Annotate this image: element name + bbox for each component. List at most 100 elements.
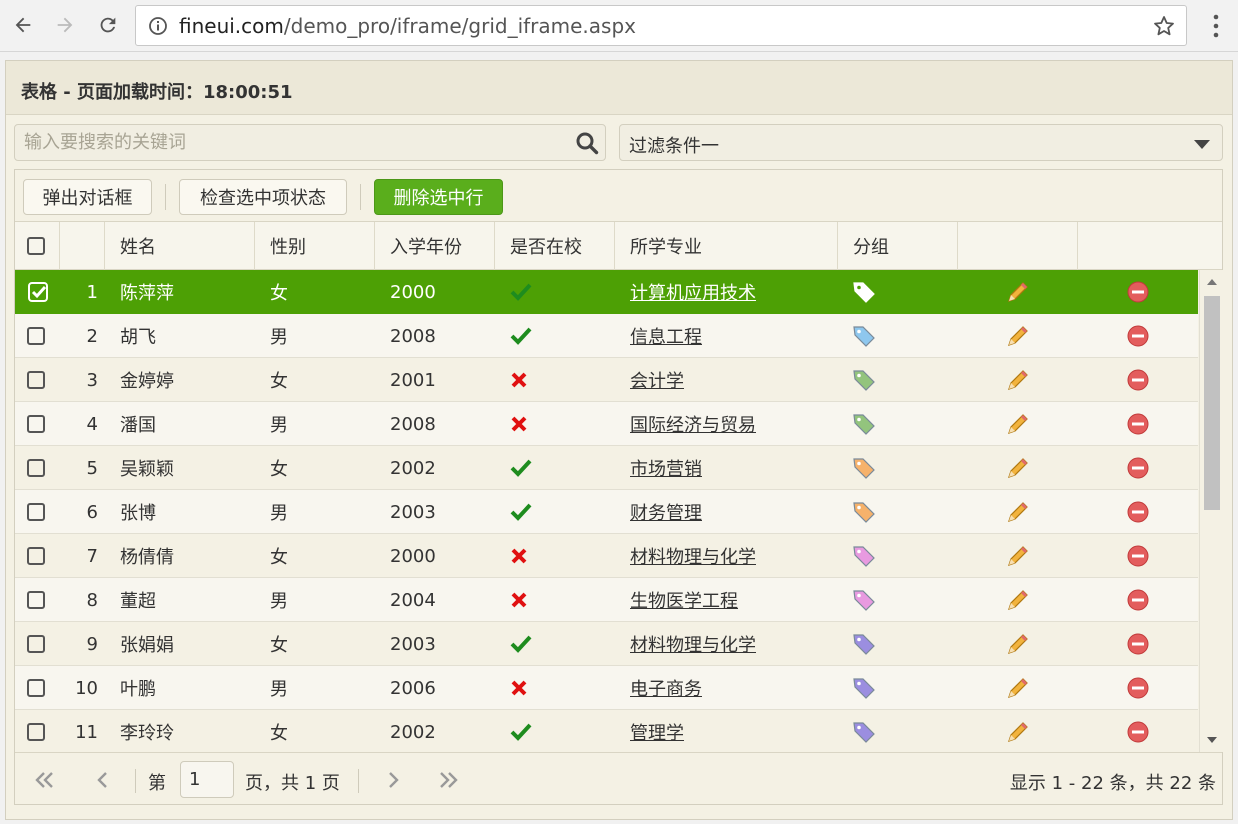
- edit-button[interactable]: [1005, 534, 1035, 578]
- delete-button[interactable]: [1126, 358, 1156, 402]
- major-link[interactable]: 信息工程: [630, 314, 830, 358]
- address-bar[interactable]: fineui.com/demo_pro/iframe/grid_iframe.a…: [135, 5, 1187, 46]
- row-checkbox-cell[interactable]: [27, 490, 57, 534]
- header-enrolled[interactable]: 是否在校: [495, 222, 615, 270]
- delete-button[interactable]: [1126, 710, 1156, 752]
- header-major[interactable]: 所学专业: [615, 222, 838, 270]
- pencil-icon[interactable]: [1005, 367, 1031, 393]
- row-checkbox-cell[interactable]: [27, 270, 57, 314]
- row-checkbox[interactable]: [27, 679, 45, 697]
- scroll-down-icon[interactable]: [1207, 737, 1217, 743]
- major-link[interactable]: 管理学: [630, 710, 830, 752]
- edit-button[interactable]: [1005, 666, 1035, 710]
- delete-circle-icon[interactable]: [1126, 632, 1150, 656]
- more-menu-icon[interactable]: [1206, 12, 1226, 40]
- search-input[interactable]: [15, 125, 563, 160]
- pencil-icon[interactable]: [1005, 323, 1031, 349]
- table-row[interactable]: 3 金婷婷 女 2001 会计学: [15, 358, 1198, 402]
- pencil-icon[interactable]: [1005, 587, 1031, 613]
- major-link[interactable]: 国际经济与贸易: [630, 402, 830, 446]
- first-page-button[interactable]: [33, 769, 57, 791]
- last-page-button[interactable]: [436, 769, 460, 791]
- row-checkbox-cell[interactable]: [27, 622, 57, 666]
- row-checkbox[interactable]: [27, 635, 45, 653]
- delete-circle-icon[interactable]: [1126, 368, 1150, 392]
- pencil-icon[interactable]: [1005, 455, 1031, 481]
- next-page-button[interactable]: [381, 769, 405, 791]
- row-checkbox-cell[interactable]: [27, 402, 57, 446]
- edit-button[interactable]: [1005, 578, 1035, 622]
- row-checkbox[interactable]: [27, 547, 45, 565]
- edit-button[interactable]: [1005, 402, 1035, 446]
- table-row[interactable]: 7 杨倩倩 女 2000 材料物理与化学: [15, 534, 1198, 578]
- edit-button[interactable]: [1005, 490, 1035, 534]
- row-checkbox[interactable]: [27, 415, 45, 433]
- delete-button[interactable]: [1126, 402, 1156, 446]
- bookmark-star-icon[interactable]: [1152, 14, 1176, 38]
- delete-circle-icon[interactable]: [1126, 676, 1150, 700]
- delete-circle-icon[interactable]: [1126, 456, 1150, 480]
- pencil-icon[interactable]: [1005, 279, 1031, 305]
- table-row[interactable]: 10 叶鹏 男 2006 电子商务: [15, 666, 1198, 710]
- check-selected-button[interactable]: 检查选中项状态: [179, 179, 347, 215]
- select-all-checkbox[interactable]: [27, 237, 45, 255]
- url-text[interactable]: fineui.com/demo_pro/iframe/grid_iframe.a…: [179, 14, 636, 38]
- info-icon[interactable]: [148, 16, 168, 36]
- delete-circle-icon[interactable]: [1126, 720, 1150, 744]
- popup-dialog-button[interactable]: 弹出对话框: [23, 179, 152, 215]
- pencil-icon[interactable]: [1005, 631, 1031, 657]
- header-gender[interactable]: 性别: [255, 222, 375, 270]
- row-checkbox[interactable]: [27, 371, 45, 389]
- delete-circle-icon[interactable]: [1126, 280, 1150, 304]
- row-checkbox-cell[interactable]: [27, 534, 57, 578]
- delete-circle-icon[interactable]: [1126, 500, 1150, 524]
- major-link[interactable]: 材料物理与化学: [630, 534, 830, 578]
- major-link[interactable]: 材料物理与化学: [630, 622, 830, 666]
- table-row[interactable]: 1 陈萍萍 女 2000 计算机应用技术: [15, 270, 1198, 314]
- back-button[interactable]: [8, 10, 38, 40]
- row-checkbox-cell[interactable]: [27, 578, 57, 622]
- delete-selected-button[interactable]: 删除选中行: [374, 179, 503, 215]
- delete-button[interactable]: [1126, 314, 1156, 358]
- delete-button[interactable]: [1126, 446, 1156, 490]
- filter-dropdown[interactable]: 过滤条件一: [619, 124, 1223, 161]
- search-box[interactable]: [14, 124, 606, 161]
- page-number-input[interactable]: [180, 761, 234, 798]
- row-checkbox-cell[interactable]: [27, 666, 57, 710]
- edit-button[interactable]: [1005, 270, 1035, 314]
- table-row[interactable]: 8 董超 男 2004 生物医学工程: [15, 578, 1198, 622]
- row-checkbox[interactable]: [27, 327, 45, 345]
- row-checkbox-cell[interactable]: [27, 710, 57, 752]
- delete-circle-icon[interactable]: [1126, 324, 1150, 348]
- reload-button[interactable]: [93, 10, 123, 40]
- table-row[interactable]: 2 胡飞 男 2008 信息工程: [15, 314, 1198, 358]
- delete-circle-icon[interactable]: [1126, 412, 1150, 436]
- pencil-icon[interactable]: [1005, 719, 1031, 745]
- prev-page-button[interactable]: [91, 769, 115, 791]
- scroll-thumb[interactable]: [1204, 296, 1220, 510]
- delete-button[interactable]: [1126, 622, 1156, 666]
- header-name[interactable]: 姓名: [105, 222, 255, 270]
- edit-button[interactable]: [1005, 446, 1035, 490]
- major-link[interactable]: 会计学: [630, 358, 830, 402]
- delete-circle-icon[interactable]: [1126, 588, 1150, 612]
- checkbox-checked-icon[interactable]: [27, 281, 49, 303]
- row-checkbox-cell[interactable]: [27, 446, 57, 490]
- table-row[interactable]: 5 吴颖颖 女 2002 市场营销: [15, 446, 1198, 490]
- major-link[interactable]: 市场营销: [630, 446, 830, 490]
- row-checkbox-cell[interactable]: [27, 358, 57, 402]
- vertical-scrollbar[interactable]: [1199, 270, 1223, 752]
- pencil-icon[interactable]: [1005, 543, 1031, 569]
- table-row[interactable]: 6 张博 男 2003 财务管理: [15, 490, 1198, 534]
- search-icon[interactable]: [575, 131, 599, 155]
- pencil-icon[interactable]: [1005, 675, 1031, 701]
- major-link[interactable]: 生物医学工程: [630, 578, 830, 622]
- row-checkbox[interactable]: [27, 459, 45, 477]
- scroll-up-icon[interactable]: [1207, 279, 1217, 285]
- table-row[interactable]: 11 李玲玲 女 2002 管理学: [15, 710, 1198, 752]
- delete-button[interactable]: [1126, 534, 1156, 578]
- delete-button[interactable]: [1126, 578, 1156, 622]
- major-link[interactable]: 财务管理: [630, 490, 830, 534]
- delete-circle-icon[interactable]: [1126, 544, 1150, 568]
- row-checkbox[interactable]: [27, 503, 45, 521]
